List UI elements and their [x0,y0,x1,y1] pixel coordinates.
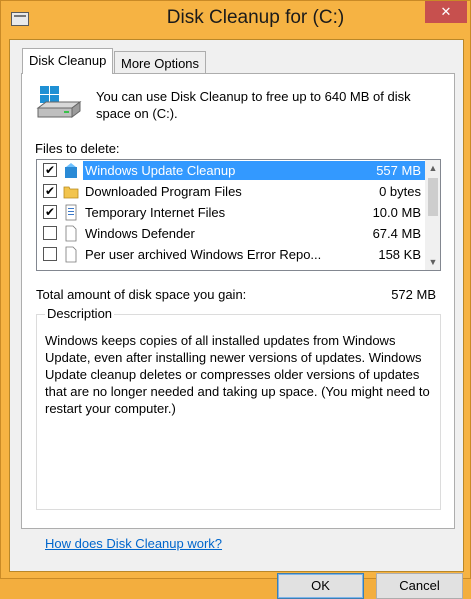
file-size: 0 bytes [379,184,421,199]
file-size: 557 MB [325,161,425,180]
list-scrollbar[interactable]: ▲ ▼ [425,160,440,270]
dialog-body: Disk Cleanup More Options You can use Di… [9,39,464,599]
checkbox[interactable]: ✔ [43,163,57,177]
file-size: 10.0 MB [372,205,421,220]
ok-button[interactable]: OK [277,573,364,599]
app-window-icon[interactable] [11,12,29,26]
description-text: Windows keeps copies of all installed up… [45,333,430,416]
drive-icon [36,86,82,118]
title-bar[interactable]: Disk Cleanup for (C:) ✕ [1,1,470,39]
file-name: Per user archived Windows Error Repo... [85,247,322,262]
file-size: 67.4 MB [372,226,421,241]
checkbox[interactable]: ✔ [43,205,57,219]
disk-cleanup-window: Disk Cleanup for (C:) ✕ Disk Cleanup Mor… [0,0,471,599]
intro-text: You can use Disk Cleanup to free up to 6… [96,89,411,121]
file-size: 158 KB [378,247,421,262]
recycle-icon [65,163,77,178]
close-button[interactable]: ✕ [425,1,467,23]
folder-icon [63,186,79,199]
description-title: Description [45,306,115,321]
scroll-up-icon[interactable]: ▲ [425,160,440,176]
file-name: Windows Update Cleanup [83,161,325,180]
file-name: Temporary Internet Files [85,205,226,220]
checkbox[interactable] [43,247,57,261]
tab-more-options[interactable]: More Options [114,51,207,75]
files-to-delete-label: Files to delete: [35,141,120,156]
checkbox[interactable] [43,226,57,240]
total-space-value: 572 MB [391,287,436,302]
file-name: Downloaded Program Files [85,184,242,199]
tab-panel: You can use Disk Cleanup to free up to 6… [21,73,455,529]
files-list[interactable]: ✔ Windows Update Cleanup 557 MB ✔ Downlo… [36,159,441,271]
list-item[interactable]: Per user archived Windows Error Repo... … [37,244,425,265]
file-name: Windows Defender [85,226,195,241]
window-title: Disk Cleanup for (C:) [166,7,345,28]
description-group: Description Windows keeps copies of all … [36,306,441,510]
total-space-label: Total amount of disk space you gain: [36,287,247,302]
checkbox[interactable]: ✔ [43,184,57,198]
list-item[interactable]: ✔ Windows Update Cleanup 557 MB [37,160,425,181]
tab-disk-cleanup[interactable]: Disk Cleanup [22,48,114,74]
list-item[interactable]: Windows Defender 67.4 MB [37,223,425,244]
help-link[interactable]: How does Disk Cleanup work? [45,536,222,551]
cancel-button[interactable]: Cancel [376,573,463,599]
scroll-down-icon[interactable]: ▼ [425,254,440,270]
list-item[interactable]: ✔ Downloaded Program Files 0 bytes [37,181,425,202]
document-icon [65,204,77,221]
blank-page-icon [65,225,77,242]
list-item[interactable]: ✔ Temporary Internet Files 10.0 MB [37,202,425,223]
blank-page-icon [65,246,77,263]
scroll-thumb[interactable] [428,178,438,216]
